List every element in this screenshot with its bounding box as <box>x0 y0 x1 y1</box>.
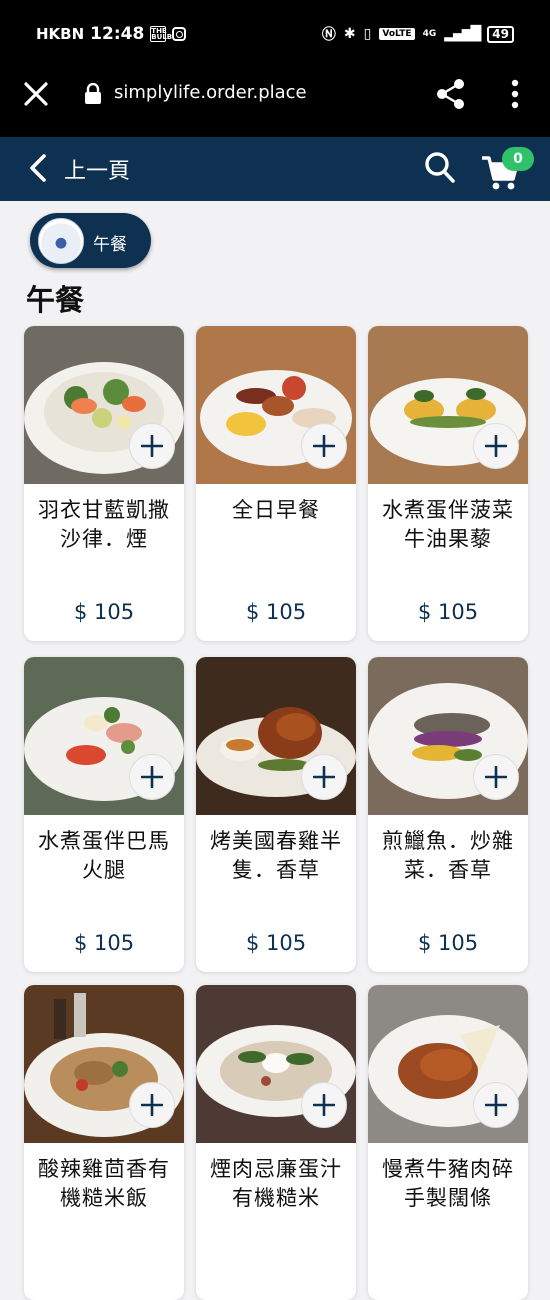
nfc-icon: Ⓝ <box>321 27 336 43</box>
add-to-cart-button[interactable] <box>473 423 519 469</box>
plus-icon <box>141 766 163 788</box>
instagram-icon <box>172 27 187 41</box>
category-thumbnail <box>38 218 84 264</box>
menu-item-price: $ 105 <box>417 931 479 955</box>
status-bar: HKBN 12:48 THE BULB Ⓝ ✱ ▯ VoLTE 4G ▂▄▆█ … <box>0 0 550 68</box>
menu-item-name: 水煮蛋伴菠菜牛油果藜 <box>382 498 514 551</box>
menu-item-card[interactable]: 酸辣雞茴香有機糙米飯 <box>24 985 184 1300</box>
lock-icon <box>85 83 101 104</box>
add-to-cart-button[interactable] <box>473 754 519 800</box>
plus-icon <box>485 1094 507 1116</box>
menu-item-card[interactable]: 煙肉忌廉蛋汁有機糙米 <box>196 985 356 1300</box>
browser-toolbar: simplylife.order.place <box>0 68 550 137</box>
plus-icon <box>141 1094 163 1116</box>
menu-item-price: $ 105 <box>245 600 307 624</box>
menu-item-name: 水煮蛋伴巴馬火腿 <box>38 829 170 882</box>
status-left: HKBN 12:48 THE BULB <box>36 24 187 44</box>
add-to-cart-button[interactable] <box>129 423 175 469</box>
battery-indicator: 49 <box>487 25 514 43</box>
menu-item-name: 酸辣雞茴香有機糙米飯 <box>38 1157 170 1210</box>
plus-icon <box>141 435 163 457</box>
section-title: 午餐 <box>26 283 85 317</box>
menu-item-card[interactable]: 羽衣甘藍凱撒沙律．煙 $ 105 <box>24 326 184 641</box>
share-icon[interactable] <box>436 78 466 110</box>
back-chevron-icon[interactable] <box>28 153 48 183</box>
carrier-label: HKBN <box>36 25 85 43</box>
close-icon[interactable] <box>23 81 49 107</box>
category-chip-lunch[interactable]: 午餐 <box>30 213 151 268</box>
menu-item-card[interactable]: 全日早餐 $ 105 <box>196 326 356 641</box>
plus-icon <box>313 435 335 457</box>
back-button[interactable]: 上一頁 <box>64 153 130 185</box>
menu-item-name: 煎鱲魚．炒雜菜．香草 <box>382 829 514 882</box>
menu-item-price: $ 105 <box>417 600 479 624</box>
volte-badge: VoLTE <box>379 28 415 40</box>
menu-item-price: $ 105 <box>73 931 135 955</box>
add-to-cart-button[interactable] <box>301 1082 347 1128</box>
search-icon[interactable] <box>424 151 456 185</box>
menu-item-card[interactable]: 烤美國春雞半隻．香草 $ 105 <box>196 657 356 972</box>
menu-item-card[interactable]: 慢煮牛豬肉碎手製闊條 <box>368 985 528 1300</box>
menu-item-price: $ 105 <box>245 931 307 955</box>
menu-item-price: $ 105 <box>73 600 135 624</box>
plus-icon <box>313 766 335 788</box>
menu-item-name: 烤美國春雞半隻．香草 <box>210 829 342 882</box>
menu-item-name: 慢煮牛豬肉碎手製闊條 <box>382 1157 514 1210</box>
add-to-cart-button[interactable] <box>129 754 175 800</box>
add-to-cart-button[interactable] <box>129 1082 175 1128</box>
cart-count-badge: 0 <box>502 147 534 171</box>
menu-item-name: 全日早餐 <box>232 498 320 522</box>
bluetooth-icon: ✱ <box>343 26 356 42</box>
add-to-cart-button[interactable] <box>301 754 347 800</box>
signal-icon: ▂▄▆█ <box>444 26 481 42</box>
add-to-cart-button[interactable] <box>473 1082 519 1128</box>
add-to-cart-button[interactable] <box>301 423 347 469</box>
menu-item-name: 煙肉忌廉蛋汁有機糙米 <box>210 1157 342 1210</box>
vibrate-icon: ▯ <box>363 26 372 42</box>
more-icon[interactable] <box>506 79 524 109</box>
plus-icon <box>485 766 507 788</box>
clock: 12:48 <box>90 24 145 44</box>
menu-item-card[interactable]: 水煮蛋伴巴馬火腿 $ 105 <box>24 657 184 972</box>
menu-item-card[interactable]: 水煮蛋伴菠菜牛油果藜 $ 105 <box>368 326 528 641</box>
app-notification-icon: THE BULB <box>150 26 173 42</box>
category-chip-label: 午餐 <box>93 235 127 255</box>
plus-icon <box>313 1094 335 1116</box>
network-label: 4G <box>422 29 437 39</box>
menu-item-card[interactable]: 煎鱲魚．炒雜菜．香草 $ 105 <box>368 657 528 972</box>
status-right: Ⓝ ✱ ▯ VoLTE 4G ▂▄▆█ 49 <box>322 24 514 44</box>
cart-button[interactable]: 0 <box>480 147 536 193</box>
menu-item-name: 羽衣甘藍凱撒沙律．煙 <box>38 498 170 551</box>
plus-icon <box>485 435 507 457</box>
app-header: 上一頁 0 <box>0 137 550 201</box>
url-bar[interactable]: simplylife.order.place <box>114 82 307 103</box>
